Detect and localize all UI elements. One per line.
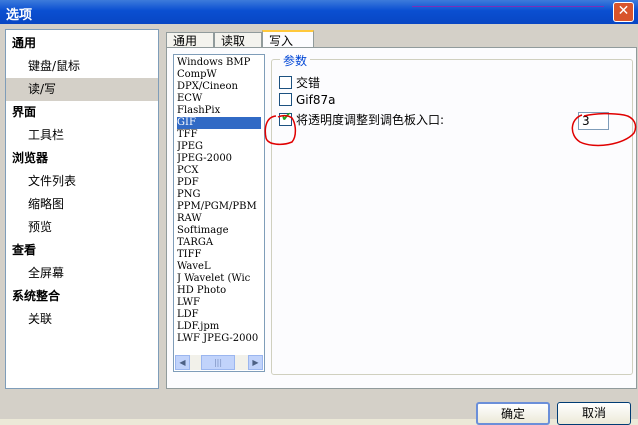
nav-category[interactable]: 系统整合: [6, 285, 158, 308]
format-list-item[interactable]: LDF.jpm: [177, 321, 261, 333]
nav-category[interactable]: 通用: [6, 32, 158, 55]
interlaced-checkbox[interactable]: [279, 76, 292, 89]
nav-item[interactable]: 全屏幕: [6, 262, 158, 285]
format-list-item[interactable]: J Wavelet (Wic: [177, 273, 261, 285]
format-list-item[interactable]: PPM/PGM/PBM: [177, 201, 261, 213]
format-list-item[interactable]: RAW: [177, 213, 261, 225]
format-list-item[interactable]: PCX: [177, 165, 261, 177]
format-list-scrollbar[interactable]: ◀ ||| ▶: [175, 355, 263, 370]
ok-button[interactable]: 确定: [476, 402, 550, 425]
nav-category[interactable]: 查看: [6, 239, 158, 262]
scroll-thumb[interactable]: |||: [201, 355, 235, 370]
format-list-item[interactable]: CompW: [177, 69, 261, 81]
checkmark-icon: ✔: [281, 110, 292, 125]
options-dialog: 通用 键盘/鼠标 读/写 界面 工具栏 浏览器 文件列表 缩略图 预览 查看 全屏幕 系统整合 关联 通…: [0, 24, 638, 425]
format-list-item[interactable]: Softimage: [177, 225, 261, 237]
format-list-item[interactable]: TARGA: [177, 237, 261, 249]
format-list-item[interactable]: JPEG: [177, 141, 261, 153]
format-list-item[interactable]: LWF: [177, 297, 261, 309]
format-list-item[interactable]: PNG: [177, 189, 261, 201]
format-list-item[interactable]: LWF JPEG-2000: [177, 333, 261, 345]
nav-category[interactable]: 浏览器: [6, 147, 158, 170]
params-legend: 参数: [280, 52, 311, 69]
nav-item[interactable]: 文件列表: [6, 170, 158, 193]
category-tree[interactable]: 通用 键盘/鼠标 读/写 界面 工具栏 浏览器 文件列表 缩略图 预览 查看 全屏幕 系统整合 关联: [5, 29, 159, 389]
format-list-item[interactable]: GIF: [177, 117, 261, 129]
format-list-item[interactable]: FlashPix: [177, 105, 261, 117]
window-title: 选项: [6, 8, 33, 23]
format-list-item[interactable]: TIFF: [177, 249, 261, 261]
format-list-item[interactable]: ECW: [177, 93, 261, 105]
palette-entry-input[interactable]: 3: [578, 112, 609, 130]
transparency-checkbox[interactable]: ✔: [279, 110, 292, 126]
gif87a-checkbox[interactable]: [279, 93, 292, 106]
format-list-item[interactable]: HD Photo: [177, 285, 261, 297]
close-button[interactable]: ✕: [613, 2, 634, 22]
nav-item[interactable]: 预览: [6, 216, 158, 239]
arrow-right-icon: ▶: [252, 358, 259, 367]
write-tab-panel: LWF JPEG-2000 LDF.jpm LDF LWF HD Photo J Wave…: [166, 47, 637, 389]
cancel-button[interactable]: 取消: [557, 402, 631, 425]
nav-item[interactable]: 键盘/鼠标: [6, 55, 158, 78]
nav-item[interactable]: 关联: [6, 308, 158, 331]
format-list-item[interactable]: JPEG-2000: [177, 153, 261, 165]
nav-item[interactable]: 工具栏: [6, 124, 158, 147]
format-list-item[interactable]: Windows BMP: [177, 57, 261, 69]
nav-category[interactable]: 界面: [6, 101, 158, 124]
format-list-item[interactable]: PDF: [177, 177, 261, 189]
nav-item[interactable]: 读/写: [6, 78, 158, 101]
scroll-left-button[interactable]: ◀: [175, 355, 190, 370]
format-list-item[interactable]: LDF: [177, 309, 261, 321]
title-bar-line: [412, 6, 604, 7]
scroll-right-button[interactable]: ▶: [248, 355, 263, 370]
format-list[interactable]: LWF JPEG-2000 LDF.jpm LDF LWF HD Photo J Wave…: [173, 54, 265, 372]
params-group: 参数 交错 Gif87a ✔ 将透明度调整到调色板入口: 3: [271, 52, 633, 375]
arrow-left-icon: ◀: [179, 358, 186, 367]
close-icon: ✕: [617, 3, 630, 19]
nav-item[interactable]: 缩略图: [6, 193, 158, 216]
title-bar: 选项 ✕: [0, 0, 638, 24]
format-list-item[interactable]: DPX/Cineon: [177, 81, 261, 93]
format-list-item[interactable]: TFF: [177, 129, 261, 141]
format-list-item[interactable]: WaveL: [177, 261, 261, 273]
